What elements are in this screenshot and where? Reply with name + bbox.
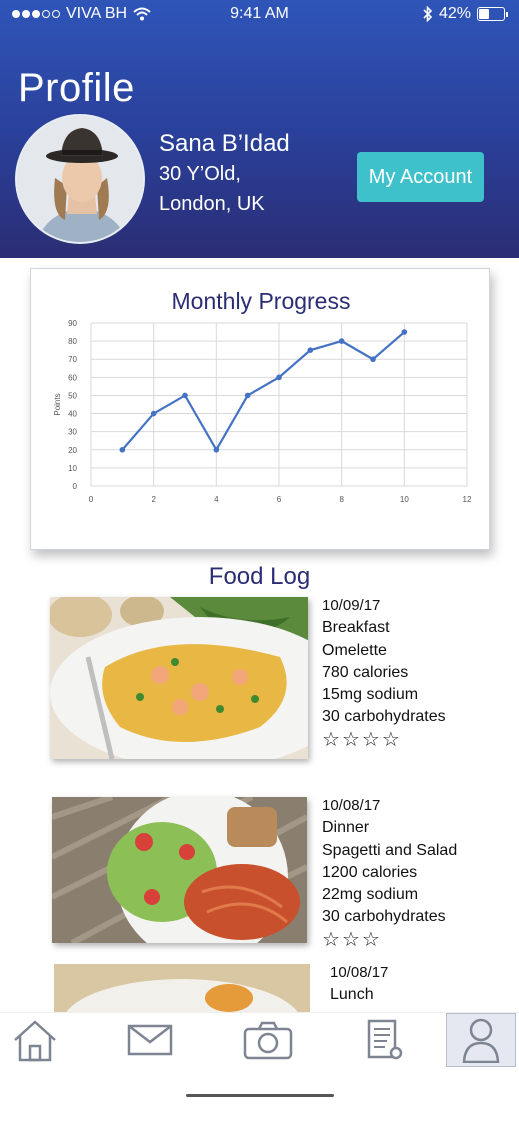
star-rating[interactable]: ☆☆☆ xyxy=(322,929,457,951)
status-bar: VIVA BH 9:41 AM 42% xyxy=(0,0,519,30)
entry-carbs: 30 carbohydrates xyxy=(322,908,446,926)
tab-home[interactable] xyxy=(0,1013,70,1067)
y-axis-label: Points xyxy=(53,393,62,415)
page-title: Profile xyxy=(18,66,135,110)
home-indicator[interactable] xyxy=(186,1094,334,1097)
y-tick-label: 20 xyxy=(68,446,77,455)
y-tick-label: 30 xyxy=(68,428,77,437)
mail-icon xyxy=(127,1024,173,1056)
entry-date: 10/09/17 xyxy=(322,597,381,614)
tab-bar xyxy=(0,1012,519,1067)
y-tick-label: 0 xyxy=(73,482,78,491)
status-right: 42% xyxy=(423,5,508,23)
y-tick-label: 80 xyxy=(68,337,77,346)
entry-date: 10/08/17 xyxy=(330,964,389,981)
lunch-photo xyxy=(54,964,310,1012)
bluetooth-icon xyxy=(423,6,433,22)
y-tick-label: 70 xyxy=(68,355,77,364)
x-tick-label: 4 xyxy=(214,495,219,504)
entry-meal: Dinner xyxy=(322,819,370,837)
monthly-progress-chart: Monthly Progress 0 10 20 30 40 50 60 70 80 90 0 2 4 6 8… xyxy=(30,268,490,550)
my-account-button[interactable]: My Account xyxy=(357,152,484,202)
user-name: Sana B’Idad xyxy=(159,130,290,157)
tab-profile[interactable] xyxy=(446,1013,516,1067)
star-icon[interactable]: ☆ xyxy=(382,729,402,751)
tab-camera[interactable] xyxy=(233,1013,303,1067)
food-log-title: Food Log xyxy=(208,563,311,590)
chart-title: Monthly Progress xyxy=(172,288,351,314)
user-icon xyxy=(462,1018,500,1063)
y-tick-label: 50 xyxy=(68,391,77,400)
data-point xyxy=(150,410,157,417)
entry-calories: 780 calories xyxy=(322,663,409,681)
star-icon[interactable]: ☆ xyxy=(342,729,362,751)
data-point xyxy=(213,446,220,453)
spaghetti-salad-photo xyxy=(52,797,307,943)
y-tick-label: 40 xyxy=(68,410,77,419)
user-age: 30 Y’Old, xyxy=(159,163,241,185)
entry-calories: 1200 calories xyxy=(322,863,418,881)
avatar[interactable] xyxy=(15,114,145,244)
entry-sodium: 22mg sodium xyxy=(322,886,419,904)
star-icon[interactable]: ☆ xyxy=(342,929,362,951)
tab-log[interactable] xyxy=(350,1013,420,1067)
x-tick-label: 12 xyxy=(463,495,472,504)
user-location: London, UK xyxy=(159,193,265,215)
data-point xyxy=(401,329,408,335)
food-entry-details: 10/09/17 Breakfast Omelette 780 calories… xyxy=(322,595,446,751)
food-entry-details: 10/08/17 Lunch xyxy=(330,962,388,1007)
star-icon[interactable]: ☆ xyxy=(362,929,382,951)
entry-dish: Spagetti and Salad xyxy=(322,841,458,859)
x-tick-label: 2 xyxy=(151,495,156,504)
chart-canvas: Monthly Progress 0 10 20 30 40 50 60 70 80 90 0 2 4 6 8… xyxy=(53,288,472,504)
data-point xyxy=(244,392,251,399)
home-icon xyxy=(14,1020,56,1062)
entry-carbs: 30 carbohydrates xyxy=(322,708,446,726)
star-icon[interactable]: ☆ xyxy=(322,929,342,951)
data-point xyxy=(276,374,282,381)
x-tick-label: 8 xyxy=(339,495,344,504)
food-entry-details: 10/08/17 Dinner Spagetti and Salad 1200 … xyxy=(322,795,457,951)
star-icon[interactable]: ☆ xyxy=(362,729,382,751)
data-point xyxy=(119,446,126,453)
battery-icon xyxy=(477,7,508,21)
x-tick-label: 6 xyxy=(277,495,282,504)
profile-header: VIVA BH 9:41 AM 42% Profile Sana B’Idad … xyxy=(0,0,519,258)
data-point xyxy=(182,392,188,399)
omelette-photo xyxy=(50,597,308,759)
y-tick-label: 10 xyxy=(68,464,77,473)
entry-sodium: 15mg sodium xyxy=(322,686,419,704)
data-point xyxy=(307,347,314,353)
star-rating[interactable]: ☆☆☆☆ xyxy=(322,729,446,751)
x-tick-label: 0 xyxy=(89,495,94,504)
entry-meal: Lunch xyxy=(330,986,374,1004)
data-point xyxy=(338,338,345,344)
star-icon[interactable]: ☆ xyxy=(322,729,342,751)
y-tick-label: 90 xyxy=(68,319,77,328)
document-icon xyxy=(367,1019,403,1060)
camera-icon xyxy=(243,1021,293,1060)
x-tick-label: 10 xyxy=(400,495,409,504)
data-point xyxy=(370,356,376,363)
y-tick-label: 60 xyxy=(68,373,77,382)
entry-meal: Breakfast xyxy=(322,619,390,637)
entry-dish: Omelette xyxy=(322,641,387,659)
tab-messages[interactable] xyxy=(115,1013,185,1067)
avatar-photo xyxy=(17,116,143,242)
battery-percent: 42% xyxy=(438,5,471,22)
entry-date: 10/08/17 xyxy=(322,797,381,814)
